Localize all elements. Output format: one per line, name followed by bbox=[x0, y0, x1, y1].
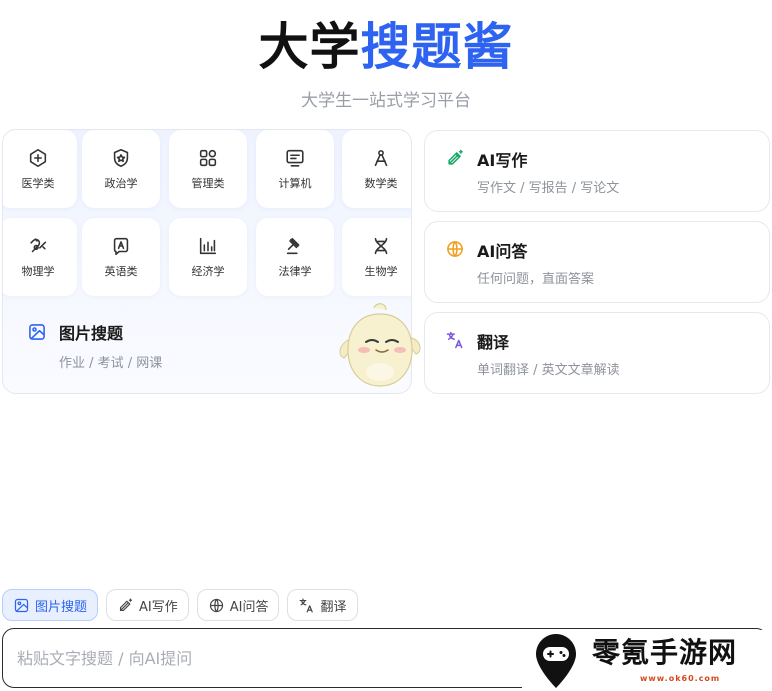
feature-desc: 写作文 / 写报告 / 写论文 bbox=[477, 181, 620, 196]
feature-title: AI写作 bbox=[477, 151, 528, 170]
watermark-url: www.ok60.com bbox=[640, 674, 721, 683]
emblem-icon bbox=[113, 148, 129, 168]
chip-label: 翻译 bbox=[320, 599, 347, 615]
category-grid: 医学类 政治学 管理类 计算机 数学类 物理学 英语类 经济学 法律学 生物学 bbox=[3, 130, 411, 298]
feature-title: 翻译 bbox=[477, 333, 510, 352]
title-blue: 搜题酱 bbox=[360, 18, 514, 76]
category-label: 管理类 bbox=[191, 177, 225, 190]
question-input[interactable] bbox=[17, 643, 497, 673]
category-biology[interactable]: 生物学 bbox=[342, 218, 411, 296]
page-subtitle: 大学生一站式学习平台 bbox=[301, 91, 471, 111]
category-label: 法律学 bbox=[278, 265, 312, 278]
chip-label: 图片搜题 bbox=[35, 599, 88, 615]
compass-icon bbox=[374, 150, 388, 167]
feature-card-ai-writing[interactable]: AI写作 写作文 / 写报告 / 写论文 bbox=[424, 130, 770, 212]
bar-chart-icon bbox=[199, 237, 217, 255]
globe-icon bbox=[209, 598, 223, 612]
globe-icon bbox=[447, 241, 463, 257]
image-icon bbox=[29, 324, 45, 340]
magic-pen-icon bbox=[448, 149, 463, 165]
page-title: 大学搜题酱 bbox=[0, 16, 772, 78]
chip-label: AI问答 bbox=[229, 599, 269, 615]
category-politics[interactable]: 政治学 bbox=[82, 130, 160, 208]
category-label: 政治学 bbox=[104, 177, 138, 190]
chip-ai-qa[interactable]: AI问答 bbox=[196, 589, 280, 621]
category-management[interactable]: 管理类 bbox=[169, 130, 247, 208]
magic-pen-icon bbox=[119, 598, 133, 611]
translate-icon bbox=[446, 331, 463, 349]
category-label: 英语类 bbox=[104, 265, 138, 278]
chip-image-search[interactable]: 图片搜题 bbox=[2, 589, 99, 621]
category-math[interactable]: 数学类 bbox=[342, 130, 411, 208]
category-label: 生物学 bbox=[364, 265, 398, 278]
category-label: 计算机 bbox=[278, 177, 312, 190]
feature-card-ai-qa[interactable]: AI问答 任何问题，直面答案 bbox=[424, 221, 770, 303]
chip-ai-writing[interactable]: AI写作 bbox=[106, 589, 189, 621]
feature-card-translate[interactable]: 翻译 单词翻译 / 英文文章解读 bbox=[424, 312, 770, 394]
mascot-image bbox=[339, 303, 421, 387]
watermark-text: 零氪手游网 bbox=[592, 636, 738, 669]
title-black: 大学 bbox=[258, 18, 361, 76]
category-economics[interactable]: 经济学 bbox=[169, 218, 247, 296]
grid-blocks-icon bbox=[199, 149, 217, 167]
watermark: 零氪手游网 www.ok60.com bbox=[522, 630, 772, 690]
chip-label: AI写作 bbox=[139, 599, 178, 615]
category-label: 数学类 bbox=[364, 177, 398, 190]
magnet-icon bbox=[30, 238, 47, 253]
feature-desc: 任何问题，直面答案 bbox=[477, 272, 595, 287]
category-label: 经济学 bbox=[191, 265, 225, 278]
category-medical[interactable]: 医学类 bbox=[3, 130, 77, 208]
category-physics[interactable]: 物理学 bbox=[3, 218, 77, 296]
watermark-logo bbox=[536, 634, 576, 688]
medical-cross-icon bbox=[29, 148, 47, 168]
dna-icon bbox=[374, 237, 388, 255]
image-icon bbox=[14, 598, 29, 612]
image-search-title: 图片搜题 bbox=[59, 324, 124, 343]
category-law[interactable]: 法律学 bbox=[256, 218, 334, 296]
image-search-desc: 作业 / 考试 / 网课 bbox=[59, 356, 163, 371]
mode-chips: 图片搜题 AI写作 AI问答 翻译 bbox=[2, 589, 358, 621]
letter-a-icon bbox=[113, 237, 129, 256]
translate-icon bbox=[300, 598, 314, 612]
category-computer[interactable]: 计算机 bbox=[256, 130, 334, 208]
monitor-icon bbox=[286, 149, 304, 167]
gavel-icon bbox=[286, 237, 300, 255]
category-label: 医学类 bbox=[21, 177, 55, 190]
feature-desc: 单词翻译 / 英文文章解读 bbox=[477, 363, 620, 378]
category-english[interactable]: 英语类 bbox=[82, 218, 160, 296]
feature-title: AI问答 bbox=[477, 242, 528, 261]
chip-translate[interactable]: 翻译 bbox=[287, 589, 358, 621]
category-label: 物理学 bbox=[21, 265, 55, 278]
